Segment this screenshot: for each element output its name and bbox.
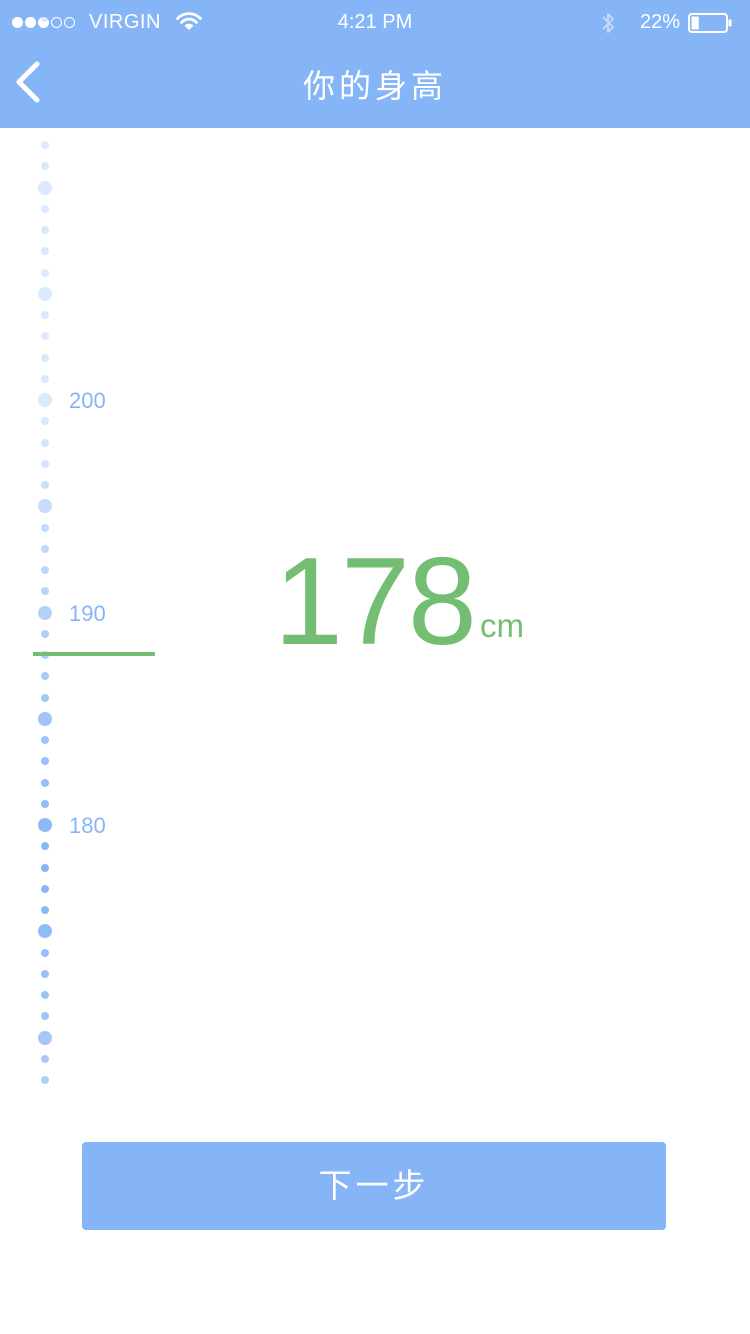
ruler-label-190: 190 [69,601,106,626]
ruler-minor-dot [41,268,49,277]
ruler-minor-dot [41,757,49,766]
ruler-major-dot [38,286,52,301]
ruler-major-dot [38,924,52,939]
ruler-minor-dot [41,566,49,574]
top-bar: VIRGIN 4:21 PM 22% 你的身高 [0,0,750,128]
ruler-major-dot [38,180,52,195]
ruler-minor-dot [41,13,49,22]
height-value: 178 [274,533,477,671]
ruler-minor-dot [41,353,49,362]
ruler-minor-dot [41,332,49,341]
ruler-minor-dot [41,948,49,957]
ruler-minor-dot [41,459,49,468]
bluetooth-icon [602,13,614,33]
selected-height-indicator [33,652,155,656]
ruler-minor-dot [41,34,49,43]
ruler-minor-dot [41,119,49,128]
next-step-button[interactable]: 下一步 [82,1142,666,1230]
ruler-minor-dot [41,226,49,234]
ruler-minor-dot [41,247,49,256]
ruler-minor-dot [41,56,49,64]
ruler-major-dot [38,499,52,514]
ruler-minor-dot [41,311,49,319]
ruler-minor-dot [41,587,49,596]
ruler-label-180: 180 [69,813,106,838]
status-bar: VIRGIN 4:21 PM 22% [0,0,750,44]
ruler-minor-dot [41,481,49,489]
ruler-minor-dot [41,1076,49,1084]
ruler-minor-dot [41,736,49,744]
ruler-minor-dot [41,991,49,999]
page-title: 你的身高 [302,68,447,104]
ruler-minor-dot [41,842,49,851]
ruler-minor-dot [41,629,49,638]
ruler-minor-dot [41,863,49,872]
ruler-major-dot [38,818,52,832]
battery-percent: 22% [640,11,681,33]
status-time: 4:21 PM [337,11,413,33]
height-ruler[interactable]: 200 190 180 [0,0,200,1088]
ruler-minor-dot [41,672,49,681]
ruler-major-dot [38,1030,52,1045]
ruler-minor-dot [41,1054,49,1063]
ruler-major-dot [38,711,52,726]
ruler-minor-dot [41,204,49,213]
ruler-major-dot [38,393,52,407]
ruler-minor-dot [41,1012,49,1021]
ruler-minor-dot [41,141,49,149]
ruler-minor-dot [41,417,49,426]
height-unit: cm [480,607,524,644]
ruler-minor-dot [41,799,49,808]
ruler-minor-dot [41,162,49,171]
ruler-minor-dot [41,969,49,978]
ruler-minor-dot [41,374,49,383]
ruler-minor-dot [41,906,49,914]
ruler-minor-dot [41,544,49,553]
ruler-minor-dot [41,438,49,447]
ruler-label-200: 200 [69,388,106,413]
ruler-major-dot [38,605,52,620]
ruler-minor-dot [41,884,49,893]
ruler-minor-dot [41,98,49,107]
battery-icon [688,13,732,33]
ruler-minor-dot [41,523,49,532]
ruler-minor-dot [41,693,49,702]
ruler-minor-dot [41,778,49,787]
